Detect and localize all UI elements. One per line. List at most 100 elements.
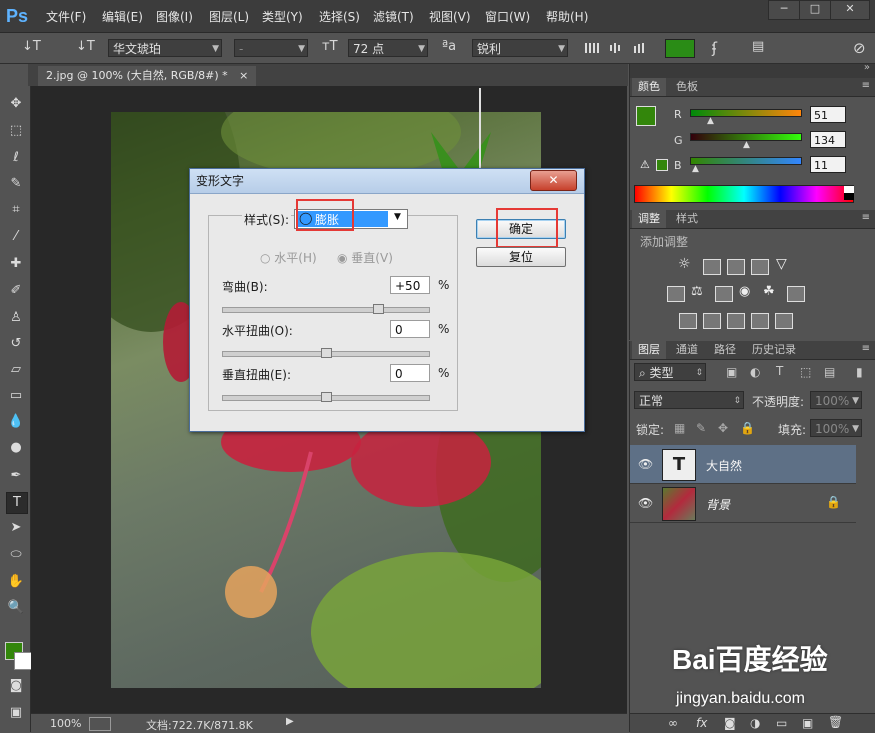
layer-style-icon[interactable]: fx [696,716,707,730]
marquee-tool-icon[interactable]: ⬚ [6,121,26,141]
horizontal-distortion-slider[interactable] [222,348,430,358]
vertical-distortion-input[interactable]: 0 [390,364,430,382]
antialias-select[interactable]: 锐利 ▼ [472,39,568,57]
bend-slider[interactable] [222,304,430,314]
blue-slider[interactable] [690,157,802,165]
type-tool-icon[interactable]: T [6,492,28,514]
red-value-input[interactable]: 51 [810,106,846,123]
tab-color[interactable]: 颜色 [632,78,666,96]
fill-input[interactable]: 100% ▼ [810,419,862,437]
vertical-radio[interactable]: ◉ 垂直(V) [337,249,393,266]
minimize-button[interactable]: ─ [768,0,800,20]
horizontal-radio[interactable]: ○ 水平(H) [260,249,317,266]
align-right-icon[interactable] [632,40,648,56]
green-value-input[interactable]: 134 [810,131,846,148]
align-left-icon[interactable] [584,40,600,56]
menu-image[interactable]: 图像(I) [156,8,193,25]
warp-text-icon[interactable]: ʄ [712,39,717,57]
menu-view[interactable]: 视图(V) [429,8,471,25]
quick-select-tool-icon[interactable]: ✎ [6,174,26,194]
crop-tool-icon[interactable]: ⌗ [6,200,26,220]
status-menu-arrow-icon[interactable]: ▶ [286,716,294,727]
tab-adjustments[interactable]: 调整 [632,210,666,228]
tab-history[interactable]: 历史记录 [746,341,802,359]
menu-file[interactable]: 文件(F) [46,8,86,25]
menu-layer[interactable]: 图层(L) [209,8,249,25]
delete-layer-icon[interactable]: 🗑 [828,715,843,729]
filter-adjust-icon[interactable]: ◐ [750,365,760,379]
layer-filter-select[interactable]: ⌕ 类型 ⇕ [634,363,706,381]
layer-row[interactable]: 👁 T 大自然 [630,445,856,484]
photo-filter-icon[interactable]: ◉ [739,284,750,299]
character-panel-icon[interactable]: ▤ [752,39,764,54]
color-foreground-swatch[interactable] [636,106,656,126]
healing-tool-icon[interactable]: ✚ [6,254,26,274]
exposure-icon[interactable] [751,259,769,275]
panel-menu-icon[interactable]: ≡ [862,212,870,223]
tab-swatches[interactable]: 色板 [670,78,704,96]
visibility-eye-icon[interactable]: 👁 [638,496,653,510]
filter-smart-icon[interactable]: ▤ [824,365,835,379]
eyedropper-tool-icon[interactable]: ⁄ [6,227,26,247]
vertical-distortion-slider-thumb[interactable] [321,392,332,402]
curves-icon[interactable] [727,259,745,275]
cancel-icon[interactable]: ⊘ [853,39,866,57]
color-lookup-icon[interactable] [787,286,805,302]
bend-slider-thumb[interactable] [372,304,384,314]
font-size-select[interactable]: 72 点 ▼ [348,39,428,57]
green-slider-thumb[interactable]: ▲ [743,140,750,150]
tab-channels[interactable]: 通道 [670,341,704,359]
horizontal-distortion-input[interactable]: 0 [390,320,430,338]
type-tool-preset-icon[interactable]: ↓T [22,39,41,54]
pen-tool-icon[interactable]: ✒ [6,466,26,486]
lasso-tool-icon[interactable]: ℓ [6,148,26,168]
channel-mixer-icon[interactable]: ☘ [763,284,775,299]
new-group-icon[interactable]: ▭ [776,716,787,730]
horizontal-distortion-slider-thumb[interactable] [321,348,332,358]
bend-input[interactable]: +50 [390,276,430,294]
brush-tool-icon[interactable]: ✐ [6,281,26,301]
menu-help[interactable]: 帮助(H) [546,8,588,25]
document-tab[interactable]: 2.jpg @ 100% (大自然, RGB/8#) * × [38,66,257,86]
tab-styles[interactable]: 样式 [670,210,704,228]
font-style-select[interactable]: - ▼ [234,39,308,57]
link-layers-icon[interactable]: ∞ [668,716,678,730]
filter-type-icon[interactable]: T [776,364,783,378]
gamut-warning-icon[interactable]: ⚠ [640,158,650,171]
text-orientation-icon[interactable]: ↓T [76,39,95,54]
path-select-tool-icon[interactable]: ➤ [6,518,26,538]
lock-all-icon[interactable]: 🔒 [740,421,755,435]
panel-menu-icon[interactable]: ≡ [862,80,870,91]
dodge-tool-icon[interactable]: ● [6,438,26,458]
hand-tool-icon[interactable]: ✋ [6,572,26,592]
font-family-select[interactable]: 华文琥珀 ▼ [108,39,222,57]
menu-edit[interactable]: 编辑(E) [102,8,143,25]
text-color-swatch[interactable] [665,39,695,58]
reset-button[interactable]: 复位 [476,247,566,267]
posterize-icon[interactable] [703,313,721,329]
adjustment-layer-icon[interactable]: ◑ [750,716,760,730]
move-tool-icon[interactable]: ✥ [6,94,26,114]
brightness-icon[interactable]: ☼ [678,256,691,272]
dialog-close-button[interactable]: ✕ [530,170,577,191]
layer-name[interactable]: 大自然 [706,457,742,474]
stamp-tool-icon[interactable]: ♙ [6,308,26,328]
menu-type[interactable]: 类型(Y) [262,8,303,25]
panel-collapse-bar[interactable]: » [630,62,875,78]
menu-filter[interactable]: 滤镜(T) [373,8,414,25]
dialog-title-bar[interactable]: 变形文字 [190,169,584,194]
vertical-distortion-slider[interactable] [222,392,430,402]
filter-pixel-icon[interactable]: ▣ [726,365,737,379]
vibrance-icon[interactable]: ▽ [776,256,787,272]
blue-slider-thumb[interactable]: ▲ [692,164,699,174]
gradient-map-icon[interactable] [775,313,793,329]
red-slider-thumb[interactable]: ▲ [707,116,714,126]
eraser-tool-icon[interactable]: ▱ [6,360,26,380]
history-brush-tool-icon[interactable]: ↺ [6,334,26,354]
gradient-tool-icon[interactable]: ▭ [6,386,26,406]
threshold-icon[interactable] [727,313,745,329]
filter-shape-icon[interactable]: ⬚ [800,365,811,379]
layer-mask-icon[interactable]: ◙ [724,716,736,730]
lock-transparency-icon[interactable]: ▦ [674,421,685,435]
lock-pixels-icon[interactable]: ✎ [696,421,706,435]
